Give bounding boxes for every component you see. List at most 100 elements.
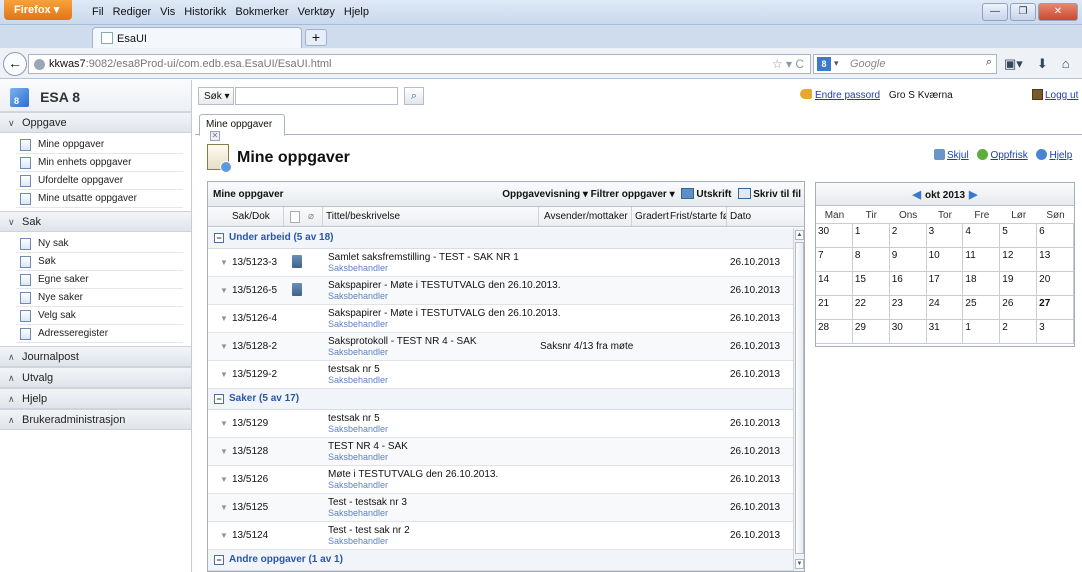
engine-dropdown-icon[interactable]: ▾ [834,58,839,69]
calendar-day[interactable]: 1 [852,224,890,248]
group-header[interactable]: − Saker (5 av 17) [208,389,793,410]
document-column-icon[interactable] [290,211,300,223]
sidebar-item[interactable]: Velg sak [16,307,183,325]
table-row[interactable]: ▼ 13/5128-2 Saksprotokoll - TEST NR 4 - SA… [208,333,793,361]
collapse-icon[interactable]: − [214,394,224,404]
change-password-link[interactable]: Endre passord [815,90,880,101]
calendar-day[interactable]: 19 [1000,272,1038,296]
table-row[interactable]: ▼ 13/5128 TEST NR 4 - SAK Saksbehandler 26.1… [208,438,793,466]
sidebar-item[interactable]: Min enhets oppgaver [16,154,183,172]
row-expand-icon[interactable]: ▼ [220,286,228,295]
row-expand-icon[interactable]: ▼ [220,342,228,351]
table-row[interactable]: ▼ 13/5125 Test - testsak nr 3 Saksbehandler… [208,494,793,522]
calendar-day[interactable]: 2 [1000,320,1038,344]
calendar-day[interactable]: 5 [1000,224,1038,248]
menu-item[interactable]: Fil [92,6,104,18]
attachment-column-icon[interactable]: ⌀ [308,211,314,222]
calendar-day[interactable]: 4 [963,224,1001,248]
table-row[interactable]: ▼ 13/5126-4 Sakspapirer - Møte i TESTUTVAL… [208,305,793,333]
calendar-day[interactable]: 21 [816,296,853,320]
browser-tab[interactable]: EsaUI [92,27,302,48]
sidebar-section-header[interactable]: ∨ Sak [0,211,191,232]
bookmark-star-icon[interactable]: ☆ ▾ C [772,57,804,71]
row-expand-icon[interactable]: ▼ [220,475,228,484]
calendar-day[interactable]: 22 [852,296,890,320]
group-header[interactable]: − Andre oppgaver (1 av 1) [208,550,793,571]
site-identity-icon[interactable] [34,59,45,70]
calendar-day[interactable]: 31 [926,320,964,344]
table-row[interactable]: ▼ 13/5126-5 Sakspapirer - Møte i TESTUTVAL… [208,277,793,305]
refresh-link[interactable]: Oppfrisk [990,150,1027,161]
calendar-day[interactable]: 17 [926,272,964,296]
row-expand-icon[interactable]: ▼ [220,531,228,540]
sidebar-section-header[interactable]: ∧ Utvalg [0,367,191,388]
calendar-day[interactable]: 30 [816,224,853,248]
col-graded[interactable]: Gradert [635,211,670,222]
calendar-day[interactable]: 20 [1037,272,1074,296]
google-engine-icon[interactable]: 8 [817,57,831,71]
sidebar-item[interactable]: Adresseregister [16,325,183,343]
calendar-day[interactable]: 3 [1037,320,1074,344]
calendar-day[interactable]: 23 [889,296,927,320]
calendar-day[interactable]: 9 [889,248,927,272]
calendar-day[interactable]: 27 [1037,296,1074,320]
calendar-day[interactable]: 8 [852,248,890,272]
collapse-icon[interactable]: − [214,555,224,565]
menu-item[interactable]: Hjelp [344,6,369,18]
hide-link[interactable]: Skjul [947,150,969,161]
col-deadline[interactable]: Frist/starte før [670,211,726,222]
menu-item[interactable]: Historikk [184,6,226,18]
scroll-down-icon[interactable]: ▼ [795,559,804,569]
row-expand-icon[interactable]: ▼ [220,447,228,456]
calendar-day[interactable]: 10 [926,248,964,272]
new-tab-button[interactable]: + [305,29,327,46]
maximize-icon[interactable]: ❐ [1010,3,1036,21]
close-icon[interactable]: ✕ [1038,3,1078,21]
search-icon[interactable]: ⌕ [986,56,992,69]
sidebar-section-header[interactable]: ∧ Hjelp [0,388,191,409]
table-row[interactable]: ▼ 13/5129-2 testsak nr 5 Saksbehandler 26.10… [208,361,793,389]
bookmarks-menu-icon[interactable]: ▣▾ [1004,56,1023,72]
print-button[interactable]: Utskrift [696,189,731,200]
row-expand-icon[interactable]: ▼ [220,419,228,428]
col-title[interactable]: Tittel/beskrivelse [326,211,400,222]
write-file-button[interactable]: Skriv til fil [753,189,801,200]
address-bar[interactable]: kkwas7:9082/esa8Prod-ui/com.edb.esa.EsaU… [28,54,811,74]
close-tab-icon[interactable]: ✕ [210,131,220,141]
sidebar-item[interactable]: Ny sak [16,235,183,253]
col-sender[interactable]: Avsender/mottaker [544,211,630,222]
sidebar-item[interactable]: Ufordelte oppgaver [16,172,183,190]
sidebar-section-header[interactable]: ∨ Oppgave [0,112,191,133]
table-row[interactable]: ▼ 13/5123-3 Samlet saksfremstilling - TEST… [208,249,793,277]
calendar-day[interactable]: 28 [816,320,853,344]
calendar-day[interactable]: 13 [1037,248,1074,272]
calendar-day[interactable]: 18 [963,272,1001,296]
calendar-day[interactable]: 3 [926,224,964,248]
calendar-day[interactable]: 30 [889,320,927,344]
view-dropdown[interactable]: Oppgavevisning ▾ [502,189,588,200]
calendar-day[interactable]: 29 [852,320,890,344]
calendar-day[interactable]: 24 [926,296,964,320]
calendar-day[interactable]: 12 [1000,248,1038,272]
minimize-icon[interactable]: — [982,3,1008,21]
app-search-input[interactable] [235,87,398,105]
menu-item[interactable]: Vis [160,6,175,18]
calendar-day[interactable]: 1 [963,320,1001,344]
calendar-day[interactable]: 15 [852,272,890,296]
sidebar-item[interactable]: Nye saker [16,289,183,307]
back-arrow-icon[interactable]: ← [3,52,27,76]
scroll-thumb[interactable] [795,242,804,554]
row-expand-icon[interactable]: ▼ [220,503,228,512]
calendar-day[interactable]: 11 [963,248,1001,272]
tab-mine-oppgaver[interactable]: Mine oppgaver✕ [199,114,285,141]
logout-link[interactable]: Logg ut [1045,90,1078,101]
row-expand-icon[interactable]: ▼ [220,370,228,379]
grid-scrollbar[interactable]: ▲ ▼ [793,228,804,571]
prev-month-icon[interactable]: ◀ [913,189,921,201]
sidebar-section-header[interactable]: ∧ Journalpost [0,346,191,367]
group-header[interactable]: − Under arbeid (5 av 18) [208,228,793,249]
menu-item[interactable]: Bokmerker [235,6,288,18]
calendar-day[interactable]: 7 [816,248,853,272]
table-row[interactable]: ▼ 13/5124 Test - test sak nr 2 Saksbehandle… [208,522,793,550]
next-month-icon[interactable]: ▶ [969,189,977,201]
